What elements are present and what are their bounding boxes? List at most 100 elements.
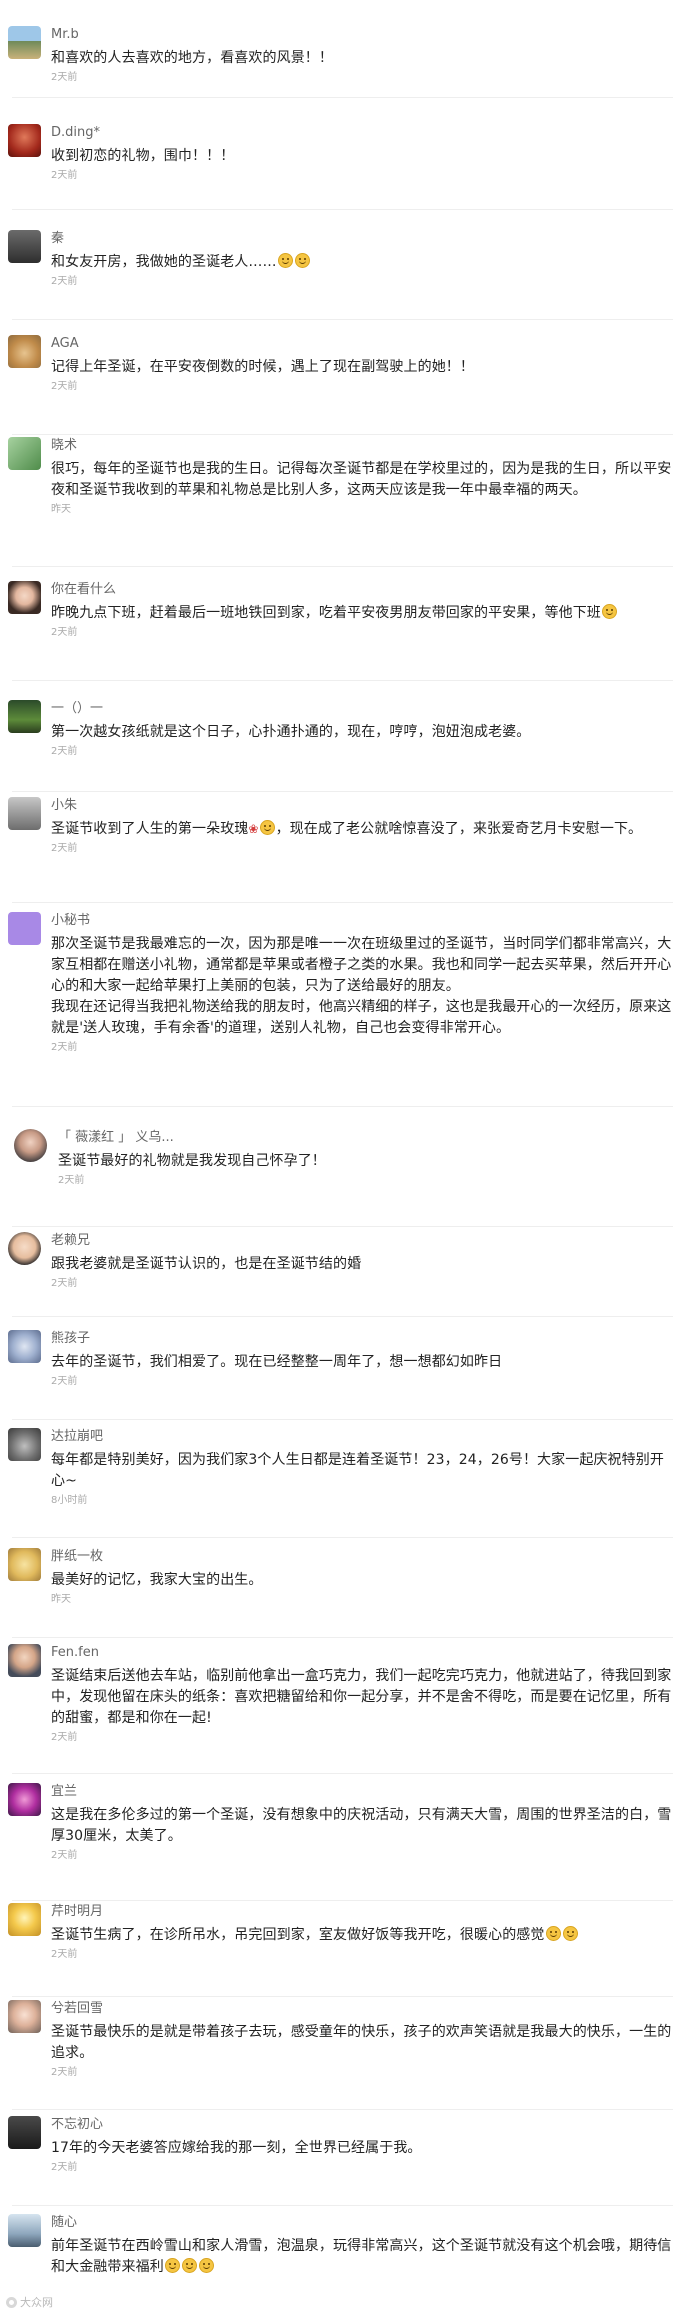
username[interactable]: 一（）一 (51, 700, 673, 718)
avatar[interactable] (8, 1232, 41, 1265)
divider (12, 1537, 673, 1538)
username[interactable]: 随心 (51, 2214, 673, 2232)
comment-item: 胖纸一枚 最美好的记忆，我家大宝的出生。 昨天 (0, 1548, 685, 1638)
avatar[interactable] (8, 2000, 41, 2033)
grin-emoji-icon (181, 2258, 197, 2273)
comment-text-part1: 圣诞节收到了人生的第一朵玫瑰 (51, 821, 249, 837)
avatar[interactable] (8, 1428, 41, 1461)
username[interactable]: Fen.fen (51, 1644, 673, 1662)
divider (12, 1637, 673, 1638)
comment-item: 熊孩子 去年的圣诞节，我们相爱了。现在已经整整一周年了，想一想都幻如昨日 2天前 (0, 1330, 685, 1420)
avatar[interactable] (14, 1129, 47, 1162)
username[interactable]: 胖纸一枚 (51, 1548, 673, 1566)
timestamp: 2天前 (51, 1278, 78, 1289)
username[interactable]: 达拉崩吧 (51, 1428, 673, 1446)
smirk-emoji-icon (294, 253, 310, 268)
comment-item: 晓术 很巧，每年的圣诞节也是我的生日。记得每次圣诞节都是在学校里过的，因为是我的… (0, 437, 685, 567)
comment-text: 圣诞节收到了人生的第一朵玫瑰❀ ，现在成了老公就啥惊喜没了，来张爱奇艺月卡安慰一下… (51, 819, 673, 840)
comment-text: 圣诞结束后送他去车站，临别前他拿出一盒巧克力，我们一起吃完巧克力，他就进站了，待… (51, 1668, 672, 1726)
comment-text-body: 圣诞节生病了，在诊所吊水，吊完回到家，室友做好饭等我开吃，很暖心的感觉 (51, 1927, 545, 1943)
avatar[interactable] (8, 1783, 41, 1816)
comment-item: 宜兰 这是我在多伦多过的第一个圣诞，没有想象中的庆祝活动，只有满天大雪，周围的世… (0, 1783, 685, 1901)
username[interactable]: 熊孩子 (51, 1330, 673, 1348)
divider (12, 97, 673, 98)
timestamp: 2天前 (51, 1732, 78, 1743)
username[interactable]: AGA (51, 335, 673, 353)
username[interactable]: 小朱 (51, 797, 673, 815)
comment-item: Mr.b 和喜欢的人去喜欢的地方，看喜欢的风景！！ 2天前 (0, 26, 685, 98)
username[interactable]: Mr.b (51, 26, 673, 44)
username[interactable]: 「 薇漾红 」 义乌... (58, 1129, 673, 1147)
timestamp: 2天前 (51, 72, 78, 83)
comment-feed: Mr.b 和喜欢的人去喜欢的地方，看喜欢的风景！！ 2天前 D.ding* 收到… (0, 0, 685, 2314)
username[interactable]: 兮若回雪 (51, 2000, 673, 2018)
avatar[interactable] (8, 230, 41, 263)
comment-text: 最美好的记忆，我家大宝的出生。 (51, 1572, 263, 1588)
comment-text-body: 和女友开房，我做她的圣诞老人…… (51, 254, 277, 270)
avatar[interactable] (8, 1903, 41, 1936)
avatar[interactable] (8, 437, 41, 470)
username[interactable]: 不忘初心 (51, 2116, 673, 2134)
avatar[interactable] (8, 2214, 41, 2247)
comment-text-body: 前年圣诞节在西岭雪山和家人滑雪，泡温泉，玩得非常高兴，这个圣诞节就没有这个机会哦… (51, 2238, 672, 2275)
smirk-emoji-icon (277, 253, 293, 268)
watermark-text: 大众网 (20, 2296, 53, 2309)
timestamp: 2天前 (51, 2162, 78, 2173)
comment-text: 那次圣诞节是我最难忘的一次，因为那是唯一一次在班级里过的圣诞节，当时同学们都非常… (51, 934, 673, 1039)
avatar[interactable] (8, 700, 41, 733)
avatar[interactable] (8, 2116, 41, 2149)
timestamp: 8小时前 (51, 1495, 88, 1506)
avatar[interactable] (8, 124, 41, 157)
username[interactable]: D.ding* (51, 124, 673, 142)
divider (12, 902, 673, 903)
avatar[interactable] (8, 1330, 41, 1363)
avatar[interactable] (8, 581, 41, 614)
timestamp: 2天前 (51, 1850, 78, 1861)
avatar[interactable] (8, 912, 41, 945)
avatar[interactable] (8, 797, 41, 830)
timestamp: 2天前 (58, 1175, 85, 1186)
divider (12, 2109, 673, 2110)
divider (12, 319, 673, 320)
username[interactable]: 小秘书 (51, 912, 673, 930)
username[interactable]: 你在看什么 (51, 581, 673, 599)
username[interactable]: 秦 (51, 230, 673, 248)
comment-text: 第一次越女孩纸就是这个日子，心扑通扑通的，现在，哼哼，泡妞泡成老婆。 (51, 724, 531, 740)
rose-icon: ❀ (248, 822, 259, 836)
avatar[interactable] (8, 1644, 41, 1677)
comment-text: 很巧，每年的圣诞节也是我的生日。记得每次圣诞节都是在学校里过的，因为是我的生日，… (51, 461, 672, 498)
watermark: 大众网 (6, 2294, 53, 2310)
comment-item: 随心 前年圣诞节在西岭雪山和家人滑雪，泡温泉，玩得非常高兴，这个圣诞节就没有这个… (0, 2214, 685, 2314)
timestamp: 2天前 (51, 1949, 78, 1960)
comment-item: 「 薇漾红 」 义乌... 圣诞节最好的礼物就是我发现自己怀孕了！ 2天前 (0, 1129, 685, 1227)
comment-item: 你在看什么 昨晚九点下班，赶着最后一班地铁回到家，吃着平安夜男朋友带回家的平安果… (0, 581, 685, 681)
smile-emoji-icon (259, 820, 275, 835)
divider (12, 1419, 673, 1420)
divider (12, 791, 673, 792)
avatar[interactable] (8, 1548, 41, 1581)
comment-text: 前年圣诞节在西岭雪山和家人滑雪，泡温泉，玩得非常高兴，这个圣诞节就没有这个机会哦… (51, 2236, 673, 2278)
comment-item: 秦 和女友开房，我做她的圣诞老人…… 2天前 (0, 230, 685, 320)
divider (12, 1900, 673, 1901)
username[interactable]: 宜兰 (51, 1783, 673, 1801)
avatar[interactable] (8, 26, 41, 59)
divider (12, 2205, 673, 2206)
comment-item: 兮若回雪 圣诞节最快乐的是就是带着孩子去玩，感受童年的快乐，孩子的欢声笑语就是我… (0, 2000, 685, 2110)
timestamp: 2天前 (51, 627, 78, 638)
comment-paragraph: 我现在还记得当我把礼物送给我的朋友时，他高兴精细的样子，这也是我最开心的一次经历… (51, 999, 672, 1036)
grin-emoji-icon (164, 2258, 180, 2273)
username[interactable]: 芹时明月 (51, 1903, 673, 1921)
smile-emoji-icon (562, 1926, 578, 1941)
comment-item: 小朱 圣诞节收到了人生的第一朵玫瑰❀ ，现在成了老公就啥惊喜没了，来张爱奇艺月卡安… (0, 797, 685, 903)
comment-text: 收到初恋的礼物，围巾！！！ (51, 148, 235, 164)
comment-item: D.ding* 收到初恋的礼物，围巾！！！ 2天前 (0, 124, 685, 210)
comment-item: 达拉崩吧 每年都是特别美好，因为我们家3个人生日都是连着圣诞节！23，24，26… (0, 1428, 685, 1538)
timestamp: 昨天 (51, 1594, 71, 1605)
divider (12, 566, 673, 567)
username[interactable]: 老赖兄 (51, 1232, 673, 1250)
comment-item: 不忘初心 17年的今天老婆答应嫁给我的那一刻，全世界已经属于我。 2天前 (0, 2116, 685, 2206)
divider (12, 1226, 673, 1227)
username[interactable]: 晓术 (51, 437, 673, 455)
divider (12, 1316, 673, 1317)
avatar[interactable] (8, 335, 41, 368)
